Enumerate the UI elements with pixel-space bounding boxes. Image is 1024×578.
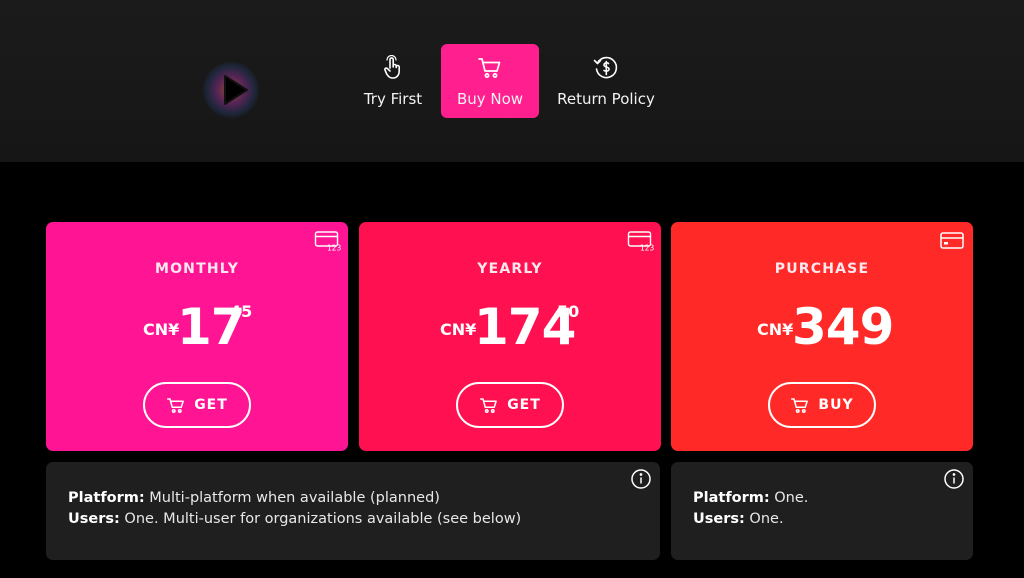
plan-card-monthly: 123 MONTHLY CN¥ 17 45 GET — [46, 222, 348, 451]
platform-line: Platform: One. — [693, 488, 951, 509]
users-value: One. Multi-user for organizations availa… — [119, 511, 522, 527]
get-button-label: GET — [507, 397, 541, 413]
plan-price: CN¥ 17 45 — [46, 302, 348, 358]
card-icon-text: 123 — [327, 244, 342, 253]
subscription-info-panel: Platform: Multi-platform when available … — [46, 462, 660, 560]
card-123-icon: 123 — [627, 230, 655, 256]
plan-title: MONTHLY — [154, 261, 240, 277]
users-line: Users: One. Multi-user for organizations… — [68, 509, 638, 530]
app-logo — [203, 62, 259, 118]
price-main: 349 — [792, 298, 894, 356]
plan-title: YEARLY — [477, 261, 543, 277]
cart-icon — [791, 398, 809, 413]
nav-return-policy[interactable]: Return Policy — [548, 44, 664, 118]
nav-buy-now[interactable]: Buy Now — [441, 44, 539, 118]
buy-button[interactable]: BUY — [768, 382, 876, 428]
cart-icon — [167, 398, 185, 413]
price-currency: CN¥ — [143, 320, 180, 339]
purchase-info-panel: Platform: One. Users: One. — [671, 462, 973, 560]
plan-price: CN¥ 174 50 — [359, 302, 661, 358]
card-123-icon: 123 — [314, 230, 342, 256]
nav-return-policy-label: Return Policy — [557, 90, 655, 108]
cart-icon — [476, 54, 504, 82]
users-line: Users: One. — [693, 509, 951, 530]
price-currency: CN¥ — [440, 320, 477, 339]
get-button[interactable]: GET — [456, 382, 564, 428]
users-label: Users: — [693, 511, 745, 527]
plan-card-purchase: PURCHASE CN¥ 349 BUY — [671, 222, 973, 451]
nav-try-first[interactable]: Try First — [353, 44, 433, 118]
platform-label: Platform: — [693, 490, 770, 506]
price-currency: CN¥ — [757, 320, 794, 339]
get-button-label: GET — [194, 397, 228, 413]
platform-value: Multi-platform when available (planned) — [144, 490, 440, 506]
platform-line: Platform: Multi-platform when available … — [68, 488, 638, 509]
info-icon[interactable] — [630, 468, 652, 494]
credit-card-icon — [939, 230, 967, 256]
plan-title: PURCHASE — [774, 261, 870, 277]
buy-button-label: BUY — [818, 397, 854, 413]
price-fraction: 45 — [230, 302, 253, 321]
cart-icon — [480, 398, 498, 413]
plan-price: CN¥ 349 — [671, 302, 973, 358]
info-icon[interactable] — [943, 468, 965, 494]
hand-pointer-icon — [379, 54, 407, 82]
users-value: One. — [744, 511, 784, 527]
get-button[interactable]: GET — [143, 382, 251, 428]
price-fraction: 50 — [557, 302, 580, 321]
refund-dollar-icon — [592, 54, 620, 82]
card-icon-text: 123 — [640, 244, 655, 253]
nav-buy-now-label: Buy Now — [456, 90, 524, 108]
nav-try-first-label: Try First — [363, 90, 423, 108]
users-label: Users: — [68, 511, 120, 527]
header: Try First Buy Now Return Policy — [0, 0, 1024, 162]
platform-label: Platform: — [68, 490, 145, 506]
play-triangle-icon — [224, 75, 248, 105]
plan-card-yearly: 123 YEARLY CN¥ 174 50 GET — [359, 222, 661, 451]
platform-value: One. — [769, 490, 809, 506]
